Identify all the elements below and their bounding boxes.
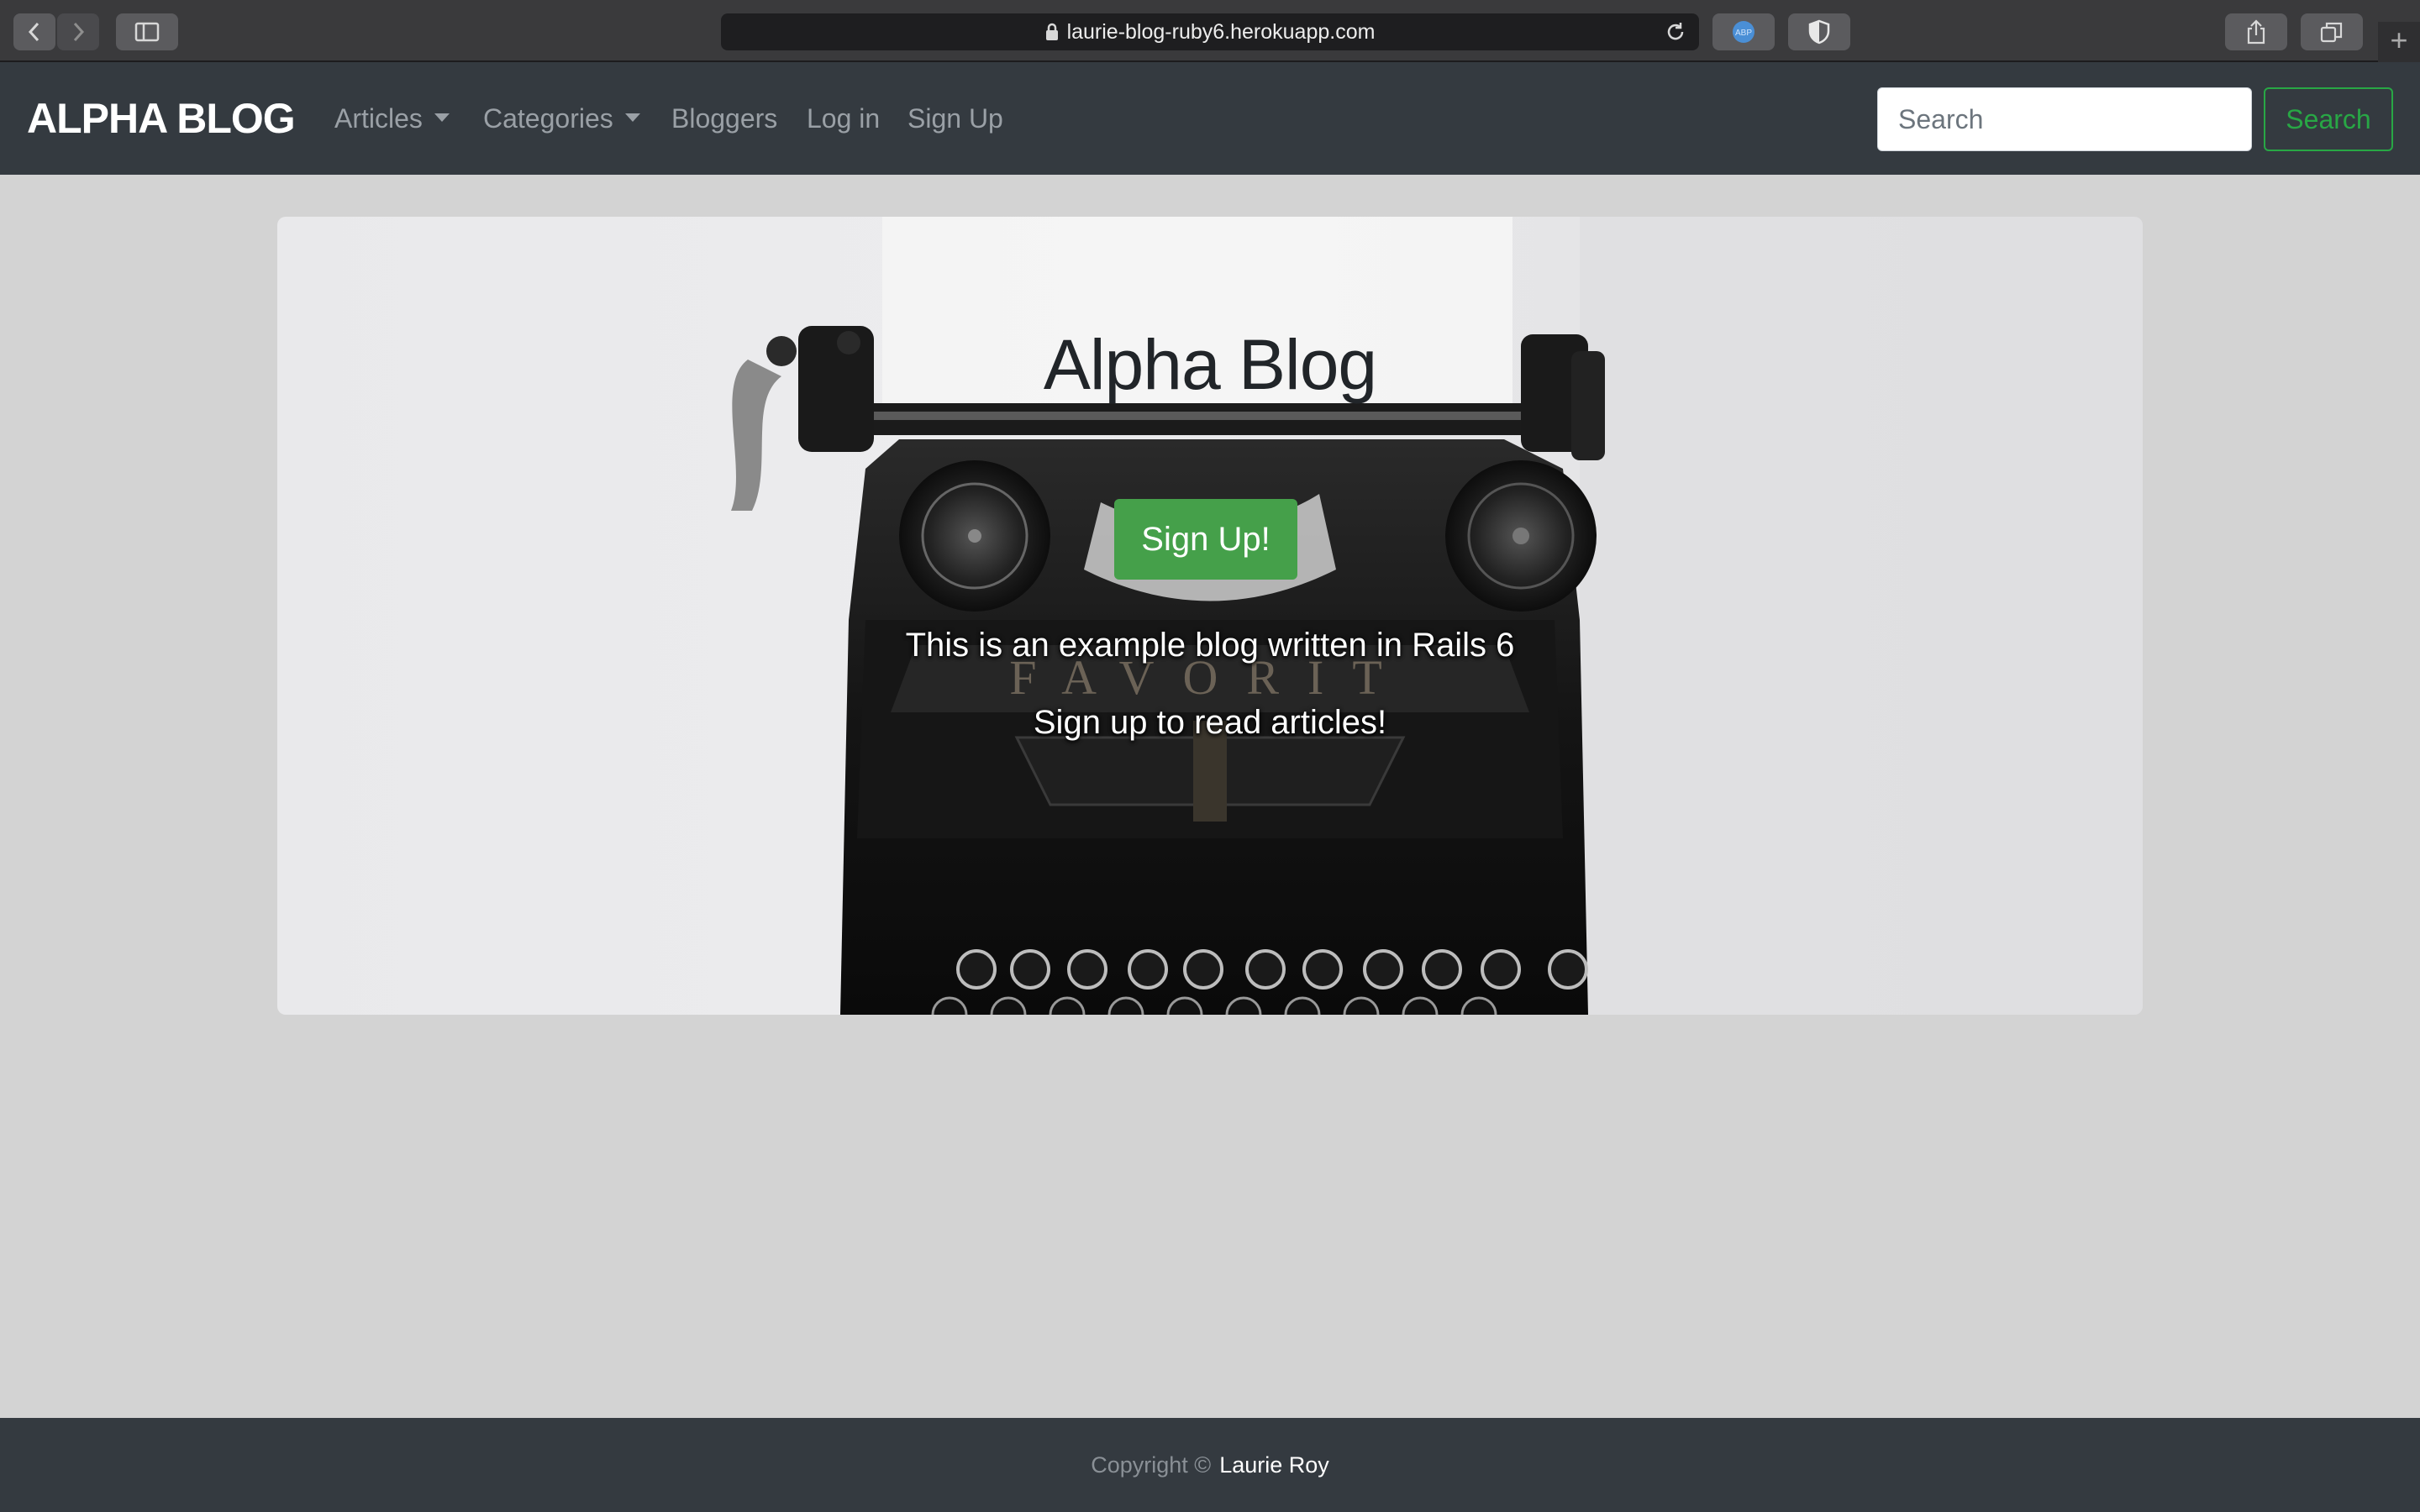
tabs-icon — [2320, 22, 2343, 43]
adblock-button[interactable]: ABP — [1712, 13, 1775, 50]
hero-signup-button[interactable]: Sign Up! — [1114, 499, 1297, 580]
reload-icon[interactable] — [1664, 20, 1687, 44]
back-button[interactable] — [13, 13, 55, 50]
share-icon — [2247, 19, 2265, 45]
share-button[interactable] — [2225, 13, 2287, 50]
caret-down-icon — [434, 113, 450, 122]
browser-toolbar: laurie-blog-ruby6.herokuapp.com ABP + — [0, 0, 2420, 62]
nav-categories-label: Categories — [483, 103, 613, 134]
forward-icon — [73, 22, 85, 42]
caret-down-icon — [624, 113, 640, 122]
nav-articles-label: Articles — [334, 103, 423, 134]
hero-description: This is an example blog written in Rails… — [905, 627, 1515, 664]
hero-title: Alpha Blog — [1043, 325, 1377, 404]
back-icon — [28, 22, 39, 42]
nav-articles-dropdown[interactable]: Articles — [334, 99, 450, 138]
adblock-icon: ABP — [1733, 21, 1754, 43]
url-text: laurie-blog-ruby6.herokuapp.com — [1066, 19, 1376, 44]
privacy-button[interactable] — [1788, 13, 1850, 50]
shield-icon — [1808, 19, 1830, 45]
svg-text:ABP: ABP — [1735, 29, 1752, 38]
brand-logo[interactable]: ALPHA BLOG — [27, 93, 296, 144]
nav-bloggers-link[interactable]: Bloggers — [671, 99, 777, 138]
sidebar-icon — [134, 22, 160, 42]
hero-jumbotron: FAVORIT Alpha Blog Sign Up! This is an e… — [277, 217, 2143, 1015]
search-input[interactable] — [1877, 87, 2252, 151]
forward-button[interactable] — [57, 13, 99, 50]
plus-icon: + — [2390, 23, 2408, 57]
footer-author-link[interactable]: Laurie Roy — [1219, 1452, 1329, 1478]
search-button[interactable]: Search — [2264, 87, 2393, 151]
nav-login-link[interactable]: Log in — [807, 99, 880, 138]
nav-signup-link[interactable]: Sign Up — [908, 99, 1003, 138]
tabs-overview-button[interactable] — [2301, 13, 2363, 50]
new-tab-button[interactable]: + — [2378, 22, 2420, 62]
sidebar-button[interactable] — [116, 13, 178, 50]
footer: Copyright © Laurie Roy — [0, 1418, 2420, 1512]
hero-subtext: Sign up to read articles! — [1033, 704, 1387, 741]
lock-icon — [1045, 23, 1058, 40]
nav-categories-dropdown[interactable]: Categories — [483, 99, 640, 138]
navbar: ALPHA BLOG Articles Categories Bloggers … — [0, 62, 2420, 175]
footer-copyright: Copyright © — [1091, 1452, 1212, 1478]
address-bar[interactable]: laurie-blog-ruby6.herokuapp.com — [721, 13, 1699, 50]
